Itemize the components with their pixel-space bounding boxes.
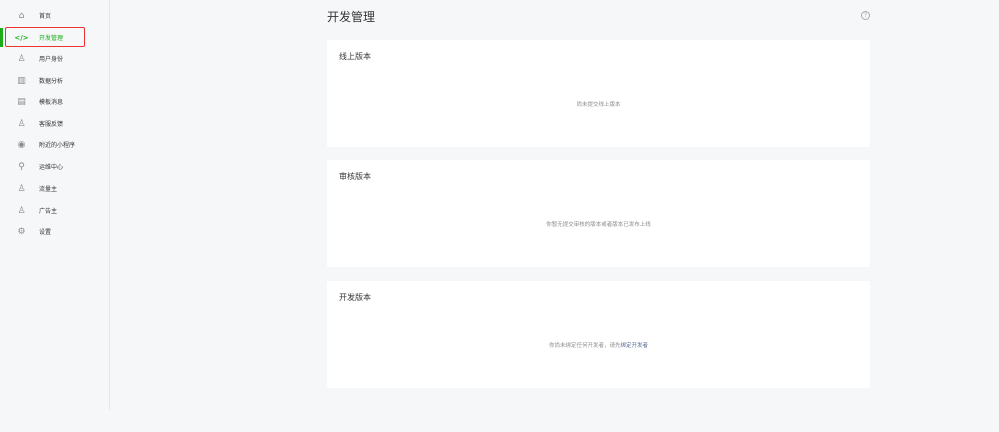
sidebar-item-nearby[interactable]: ◉ 附近的小程序 bbox=[0, 134, 110, 155]
empty-message: 尚未提交线上版本 bbox=[576, 102, 621, 108]
card-title: 线上版本 bbox=[339, 52, 371, 61]
highlight-box bbox=[5, 27, 85, 47]
sidebar-item-advertiser[interactable]: ♙ 广告主 bbox=[0, 200, 110, 221]
sidebar-item-ops[interactable]: ⚲ 运维中心 bbox=[0, 156, 110, 177]
help-icon[interactable]: ? bbox=[861, 11, 870, 20]
home-icon: ⌂ bbox=[18, 10, 25, 21]
sidebar-item-traffic[interactable]: ♙ 流量主 bbox=[0, 178, 110, 199]
sidebar-item-user-identity[interactable]: ♙ 用户身份 bbox=[0, 48, 110, 69]
review-version-card: 审核版本 你暂无提交审核的版本或者版本已发布上线 bbox=[327, 160, 870, 267]
page-title: 开发管理 bbox=[327, 10, 376, 24]
user-traffic-icon: ♙ bbox=[17, 183, 26, 194]
card-title: 开发版本 bbox=[339, 293, 371, 302]
sidebar-item-home[interactable]: ⌂ 首页 bbox=[0, 5, 110, 26]
support-icon: ♙ bbox=[17, 118, 26, 129]
gear-icon: ⚙ bbox=[17, 226, 26, 237]
empty-message: 你尚未绑定任何开发者，请先绑定开发者 bbox=[327, 341, 870, 349]
user-ad-icon: ♙ bbox=[17, 205, 26, 216]
sidebar-item-analytics[interactable]: ▥ 数据分析 bbox=[0, 70, 110, 91]
bind-developer-link[interactable]: 绑定开发者 bbox=[621, 343, 649, 349]
chart-icon: ▥ bbox=[17, 75, 26, 86]
dev-version-card: 开发版本 你尚未绑定任何开发者，请先绑定开发者 bbox=[327, 281, 870, 388]
online-version-card: 线上版本 尚未提交线上版本 bbox=[327, 40, 870, 147]
user-icon: ♙ bbox=[17, 53, 26, 64]
document-icon: ▤ bbox=[17, 96, 26, 107]
sidebar: ⌂ 首页 </> 开发管理 ♙ 用户身份 ▥ 数据分析 ▤ 模板消息 ♙ 客服反馈 ◉ 附近的… bbox=[0, 0, 110, 410]
sidebar-item-template-messages[interactable]: ▤ 模板消息 bbox=[0, 91, 110, 112]
sidebar-item-settings[interactable]: ⚙ 设置 bbox=[0, 221, 110, 242]
card-title: 审核版本 bbox=[339, 172, 371, 181]
empty-message: 你暂无提交审核的版本或者版本已发布上线 bbox=[546, 222, 651, 228]
sidebar-item-support[interactable]: ♙ 客服反馈 bbox=[0, 113, 110, 134]
location-icon: ◉ bbox=[17, 139, 26, 150]
wrench-icon: ⚲ bbox=[18, 161, 25, 172]
empty-text: 你尚未绑定任何开发者，请先 bbox=[548, 343, 621, 349]
